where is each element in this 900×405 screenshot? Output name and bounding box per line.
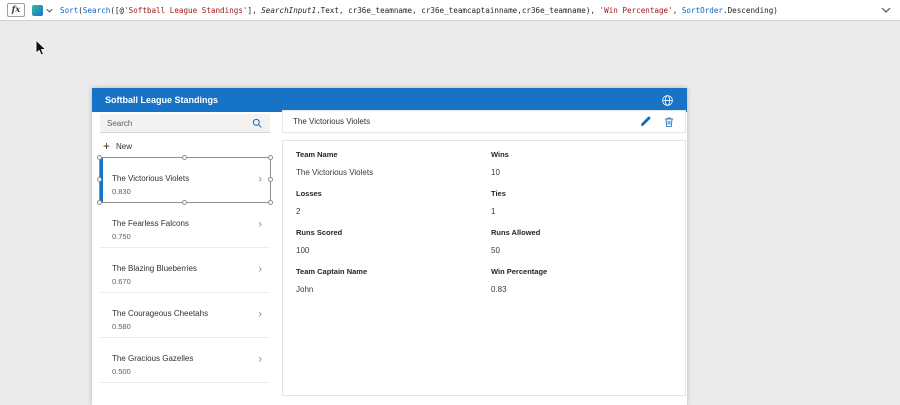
- selection-handle[interactable]: [268, 155, 273, 160]
- field-label: Losses: [296, 190, 491, 198]
- team-name: The Victorious Violets: [112, 174, 189, 183]
- team-name: The Gracious Gazelles: [112, 354, 193, 363]
- detail-form: Team Name The Victorious Violets Wins 10…: [282, 140, 686, 396]
- search-placeholder: Search: [107, 119, 252, 128]
- detail-title: The Victorious Violets: [293, 117, 627, 126]
- gallery-item[interactable]: The Fearless Falcons 0.750 ›: [100, 203, 270, 248]
- chevron-down-icon: [46, 8, 53, 13]
- chevron-right-icon[interactable]: ›: [258, 309, 262, 321]
- globe-icon[interactable]: [661, 94, 674, 107]
- app-canvas: Softball League Standings Search: [92, 88, 687, 405]
- field-value: 50: [491, 247, 685, 255]
- field-value: 0.83: [491, 286, 685, 294]
- field-label: Ties: [491, 190, 685, 198]
- gallery-item[interactable]: The Gracious Gazelles 0.500 ›: [100, 338, 270, 383]
- delete-icon[interactable]: [663, 116, 675, 128]
- team-name: The Fearless Falcons: [112, 219, 189, 228]
- selection-handle[interactable]: [182, 155, 187, 160]
- selection-handle[interactable]: [97, 200, 102, 205]
- team-name: The Courageous Cheetahs: [112, 309, 208, 318]
- field-value: 10: [491, 169, 685, 177]
- app-header: Softball League Standings: [92, 88, 687, 112]
- form-field: Ties 1: [491, 190, 685, 229]
- plus-icon: +: [103, 140, 110, 152]
- formula-bar: fx Sort(Search([@'Softball League Standi…: [0, 0, 900, 21]
- form-field: Win Percentage 0.83: [491, 268, 685, 307]
- detail-title-bar: The Victorious Violets: [282, 110, 686, 133]
- edit-icon[interactable]: [639, 116, 651, 128]
- mouse-cursor: [35, 39, 49, 57]
- field-value: 2: [296, 208, 491, 216]
- form-field: Team Name The Victorious Violets: [296, 151, 491, 190]
- gallery-item-selected[interactable]: The Victorious Violets 0.830 ›: [100, 158, 270, 203]
- search-icon: [252, 118, 263, 129]
- form-field: Runs Allowed 50: [491, 229, 685, 268]
- form-field: Runs Scored 100: [296, 229, 491, 268]
- form-field: Losses 2: [296, 190, 491, 229]
- selection-handle[interactable]: [268, 177, 273, 182]
- chevron-right-icon[interactable]: ›: [258, 174, 262, 186]
- gallery-item[interactable]: The Blazing Blueberries 0.670 ›: [100, 248, 270, 293]
- field-label: Wins: [491, 151, 685, 159]
- selection-handle[interactable]: [268, 200, 273, 205]
- fx-icon[interactable]: fx: [7, 3, 25, 17]
- property-picker[interactable]: [32, 5, 53, 16]
- new-button[interactable]: + New: [103, 138, 132, 154]
- field-value: 100: [296, 247, 491, 255]
- fx-label: fx: [12, 5, 21, 15]
- selection-handle[interactable]: [182, 200, 187, 205]
- form-field: Wins 10: [491, 151, 685, 190]
- chevron-right-icon[interactable]: ›: [258, 354, 262, 366]
- selection-handle[interactable]: [97, 155, 102, 160]
- field-label: Runs Allowed: [491, 229, 685, 237]
- field-value: 1: [491, 208, 685, 216]
- field-value: The Victorious Violets: [296, 169, 491, 177]
- selection-handle[interactable]: [97, 177, 102, 182]
- control-icon: [32, 5, 43, 16]
- formula-input[interactable]: Sort(Search([@'Softball League Standings…: [60, 6, 870, 15]
- team-gallery: The Victorious Violets 0.830 › The Fearl…: [100, 158, 270, 383]
- team-win-pct: 0.500: [112, 367, 131, 376]
- field-label: Win Percentage: [491, 268, 685, 276]
- gallery-item[interactable]: The Courageous Cheetahs 0.580 ›: [100, 293, 270, 338]
- field-label: Team Captain Name: [296, 268, 491, 276]
- team-win-pct: 0.580: [112, 322, 131, 331]
- field-value: John: [296, 286, 491, 294]
- search-input[interactable]: Search: [100, 114, 270, 133]
- chevron-right-icon[interactable]: ›: [258, 219, 262, 231]
- field-label: Runs Scored: [296, 229, 491, 237]
- chevron-right-icon[interactable]: ›: [258, 264, 262, 276]
- team-win-pct: 0.750: [112, 232, 131, 241]
- team-win-pct: 0.670: [112, 277, 131, 286]
- field-label: Team Name: [296, 151, 491, 159]
- power-apps-studio: fx Sort(Search([@'Softball League Standi…: [0, 0, 900, 405]
- new-button-label: New: [116, 142, 132, 151]
- team-name: The Blazing Blueberries: [112, 264, 197, 273]
- team-win-pct: 0.830: [112, 187, 131, 196]
- formula-expand-chevron-icon[interactable]: [881, 7, 891, 13]
- form-field: Team Captain Name John: [296, 268, 491, 307]
- app-title: Softball League Standings: [105, 95, 661, 105]
